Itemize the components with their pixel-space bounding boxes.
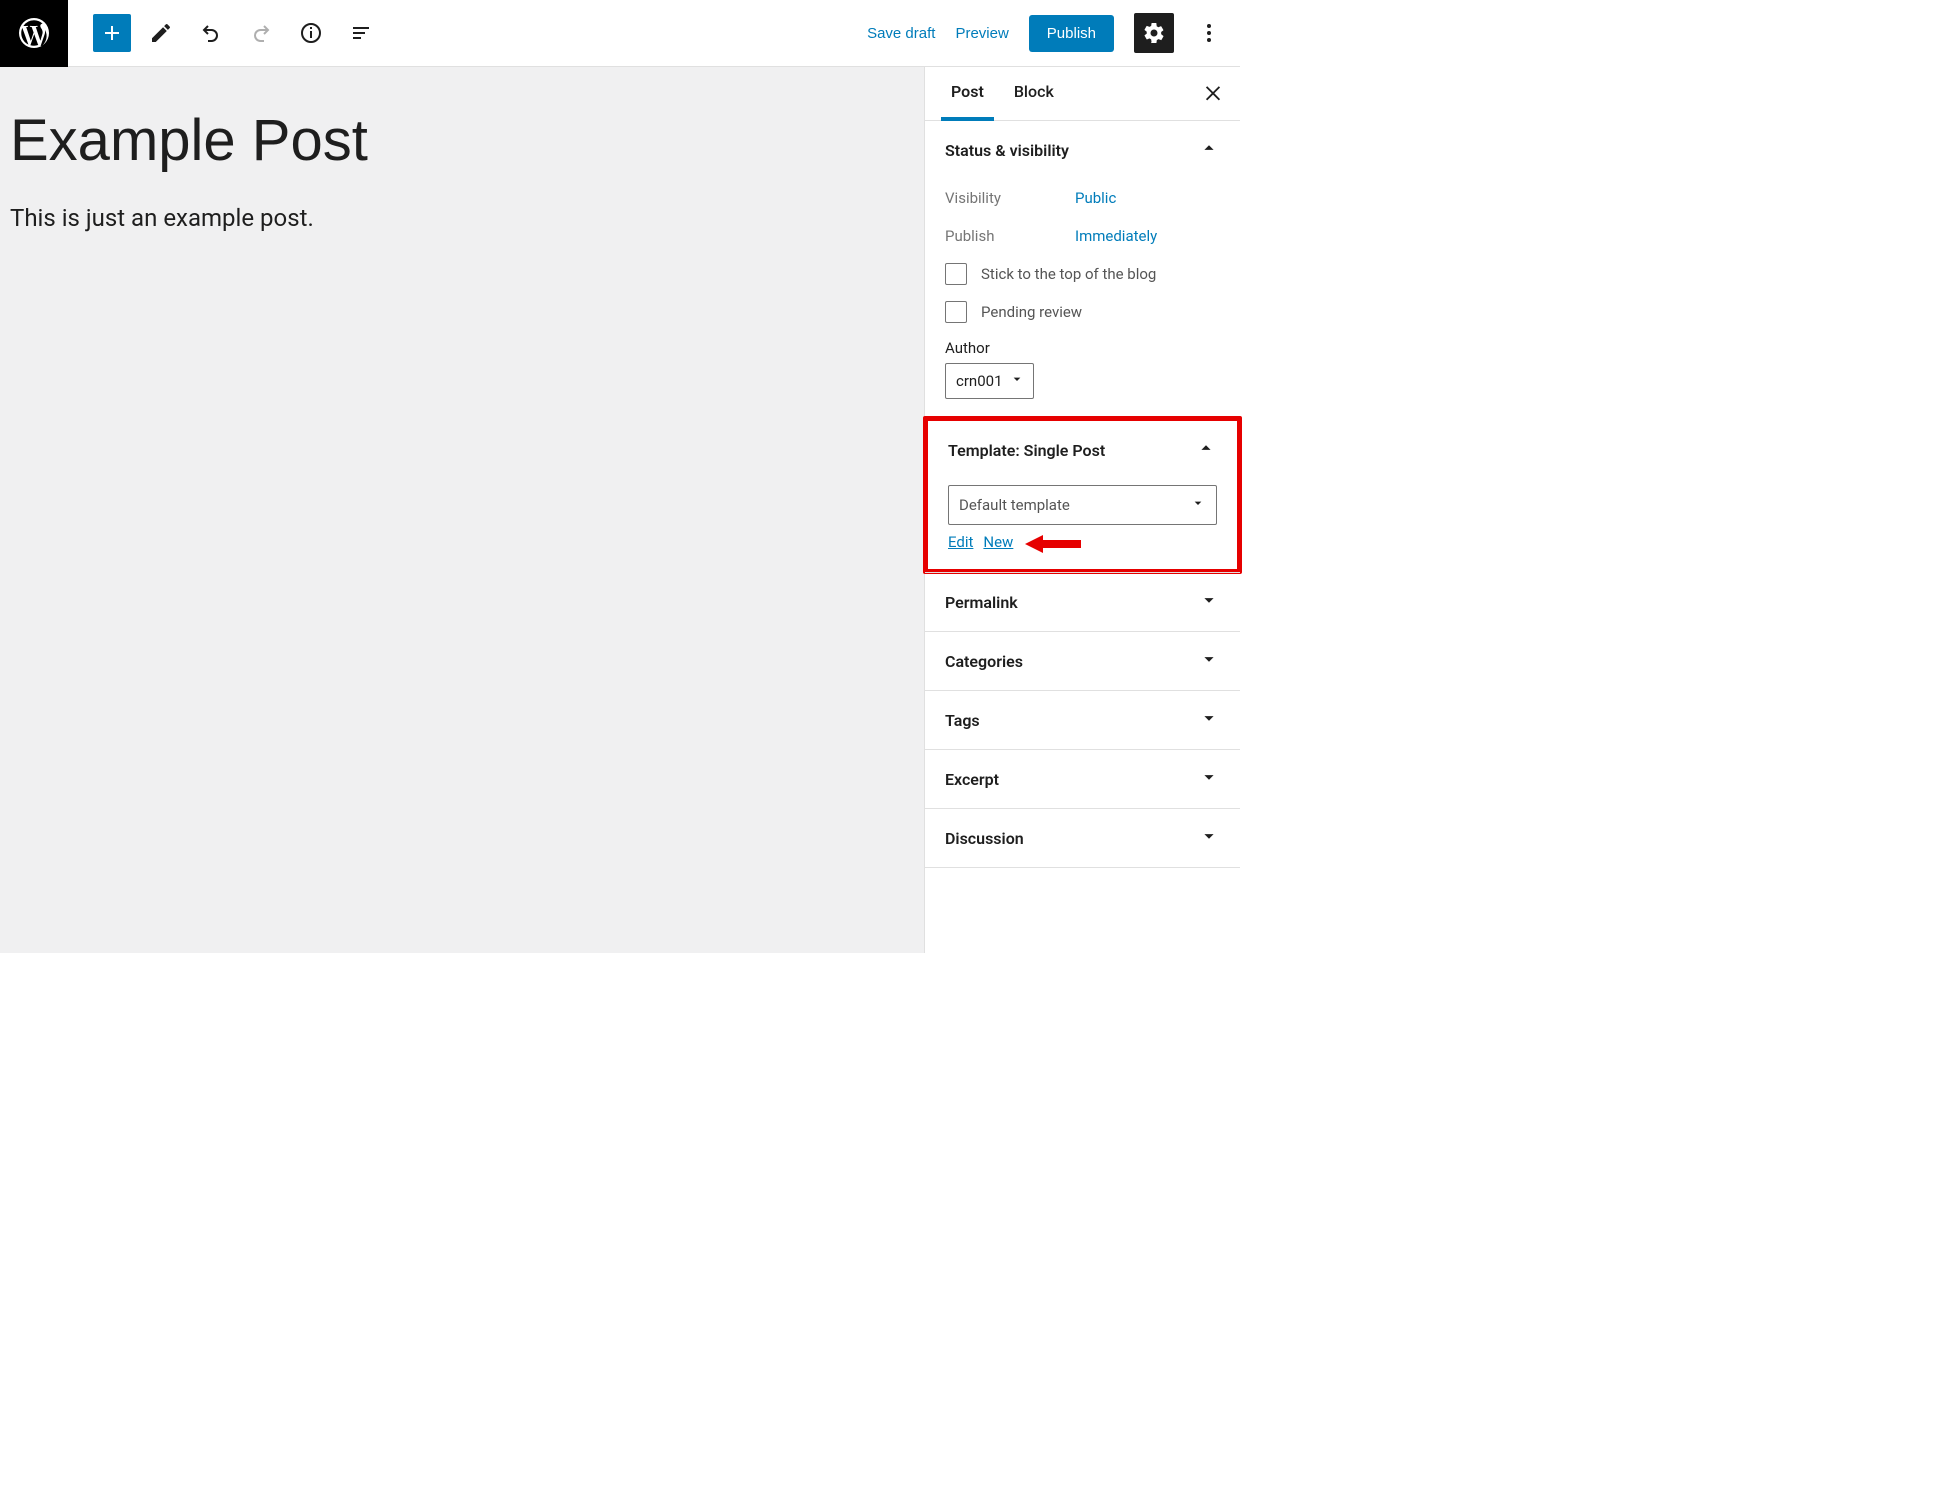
panel-status-visibility: Status & visibility Visibility Public Pu… [925,121,1240,418]
author-label: Author [925,331,1240,363]
author-value: crn001 [956,372,1003,390]
panel-template: Template: Single Post Default template E… [928,421,1237,569]
chevron-down-icon [1198,589,1220,615]
chevron-down-icon [1198,648,1220,674]
template-select[interactable]: Default template [948,485,1217,525]
outline-button[interactable] [341,13,381,53]
panel-categories: Categories [925,632,1240,691]
toolbar-left [68,13,381,53]
pending-row: Pending review [925,293,1240,331]
chevron-down-icon [1009,371,1025,391]
panel-categories-header[interactable]: Categories [925,632,1240,690]
chevron-up-icon [1195,437,1217,463]
template-edit-link[interactable]: Edit [948,533,973,555]
chevron-down-icon [1190,495,1206,515]
wordpress-icon [16,15,52,51]
panel-permalink-header[interactable]: Permalink [925,573,1240,631]
chevron-down-icon [1198,825,1220,851]
list-view-icon [349,21,373,45]
panel-template-header[interactable]: Template: Single Post [928,421,1237,479]
edit-mode-button[interactable] [141,13,181,53]
panel-permalink: Permalink [925,573,1240,632]
redo-button[interactable] [241,13,281,53]
panel-categories-title: Categories [945,652,1198,671]
save-draft-button[interactable]: Save draft [867,25,935,42]
visibility-value[interactable]: Public [1075,189,1116,207]
post-body[interactable]: This is just an example post. [10,204,914,232]
publish-row: Publish Immediately [925,217,1240,255]
stick-label: Stick to the top of the blog [981,265,1156,283]
add-block-button[interactable] [93,14,131,52]
panel-excerpt-header[interactable]: Excerpt [925,750,1240,808]
publish-value[interactable]: Immediately [1075,227,1157,245]
wordpress-logo[interactable] [0,0,68,67]
panel-tags: Tags [925,691,1240,750]
panel-tags-title: Tags [945,711,1198,730]
panel-discussion-header[interactable]: Discussion [925,809,1240,867]
gear-icon [1142,21,1166,45]
pencil-icon [149,21,173,45]
undo-button[interactable] [191,13,231,53]
panel-tags-header[interactable]: Tags [925,691,1240,749]
visibility-row: Visibility Public [925,179,1240,217]
template-links: Edit New [948,525,1217,569]
pending-review-checkbox[interactable] [945,301,967,323]
chevron-down-icon [1198,707,1220,733]
chevron-down-icon [1198,766,1220,792]
details-button[interactable] [291,13,331,53]
panel-status-header[interactable]: Status & visibility [925,121,1240,179]
more-options-button[interactable] [1194,13,1224,53]
stick-checkbox[interactable] [945,263,967,285]
toolbar-right: Save draft Preview Publish [867,13,1240,53]
panel-discussion: Discussion [925,809,1240,868]
close-icon [1202,81,1224,103]
arrow-annotation-icon [1023,533,1083,555]
tab-post[interactable]: Post [941,67,994,121]
visibility-label: Visibility [945,189,1075,207]
stick-row: Stick to the top of the blog [925,255,1240,293]
panel-excerpt: Excerpt [925,750,1240,809]
template-highlight-annotation: Template: Single Post Default template E… [923,416,1242,574]
tab-block[interactable]: Block [1004,67,1064,121]
panel-discussion-title: Discussion [945,829,1198,848]
template-select-value: Default template [959,496,1070,514]
undo-icon [199,21,223,45]
panel-permalink-title: Permalink [945,593,1198,612]
settings-button[interactable] [1134,13,1174,53]
editor-canvas[interactable]: Example Post This is just an example pos… [0,67,924,953]
close-sidebar-button[interactable] [1202,81,1224,106]
redo-icon [249,21,273,45]
info-icon [299,21,323,45]
pending-label: Pending review [981,303,1082,321]
publish-label: Publish [945,227,1075,245]
panel-template-title: Template: Single Post [948,441,1195,460]
settings-sidebar: Post Block Status & visibility Visibilit… [924,67,1240,953]
post-title[interactable]: Example Post [10,107,914,174]
plus-icon [100,21,124,45]
publish-button[interactable]: Publish [1029,15,1114,52]
kebab-icon [1197,21,1221,45]
preview-button[interactable]: Preview [955,25,1008,42]
chevron-up-icon [1198,137,1220,163]
panel-excerpt-title: Excerpt [945,770,1198,789]
panel-status-title: Status & visibility [945,141,1198,160]
sidebar-tabs: Post Block [925,67,1240,121]
main-area: Example Post This is just an example pos… [0,67,1240,953]
top-toolbar: Save draft Preview Publish [0,0,1240,67]
template-new-link[interactable]: New [983,533,1013,555]
author-select[interactable]: crn001 [945,363,1034,399]
